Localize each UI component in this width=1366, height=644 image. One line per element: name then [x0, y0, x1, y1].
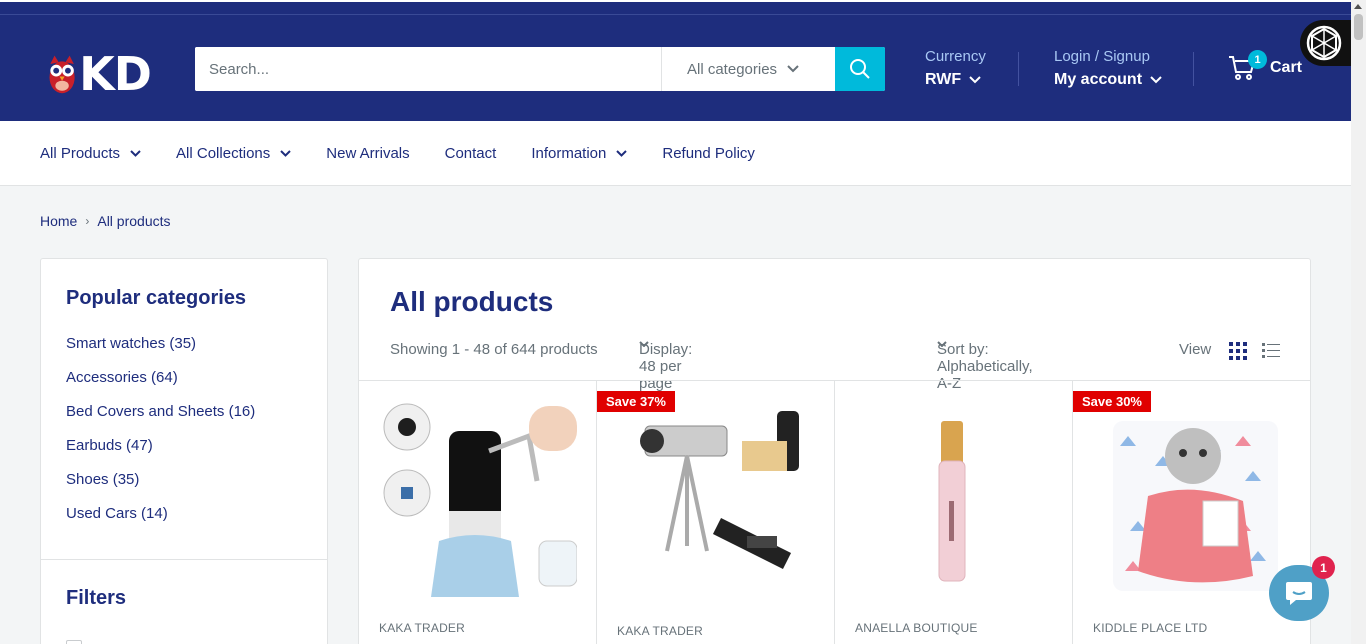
- page-title: All products: [390, 286, 554, 317]
- grid-view-icon: [1229, 342, 1247, 360]
- search-submit-button[interactable]: [835, 47, 885, 91]
- scrollbar-thumb[interactable]: [1354, 14, 1363, 40]
- product-vendor[interactable]: ANAELLA BOUTIQUE: [855, 621, 978, 635]
- my-account-label: My account: [1054, 71, 1143, 88]
- category-link[interactable]: Earbuds (47): [66, 436, 255, 470]
- list-view-button[interactable]: [1262, 341, 1280, 360]
- nav-item-label: All Collections: [176, 144, 271, 162]
- product-vendor[interactable]: KIDDLE PLACE LTD: [1093, 621, 1207, 635]
- currency-selector[interactable]: Currency RWF: [925, 48, 986, 89]
- store-logo[interactable]: KD: [47, 47, 152, 101]
- category-link[interactable]: Used Cars (14): [66, 504, 255, 538]
- nav-item-contact[interactable]: Contact: [445, 145, 497, 162]
- product-vendor[interactable]: KAKA TRADER: [379, 621, 465, 635]
- product-image[interactable]: [855, 401, 1053, 597]
- search-input[interactable]: [195, 47, 661, 91]
- nav-item-label: Refund Policy: [662, 144, 755, 162]
- scroll-up-arrow-icon[interactable]: [1354, 4, 1362, 9]
- sale-badge: Save 37%: [597, 391, 675, 412]
- announcement-bar: [0, 0, 1351, 15]
- chevron-down-icon: [130, 149, 141, 157]
- sidebar: Popular categories Smart watches (35) Ac…: [40, 258, 328, 644]
- header-divider: [1018, 52, 1019, 86]
- sidebar-divider: [41, 559, 327, 560]
- search-category-select[interactable]: All categories: [661, 47, 835, 91]
- chat-notification-badge: 1: [1312, 556, 1335, 579]
- listing-toolbar: Showing 1 - 48 of 644 products Display: …: [359, 341, 1310, 392]
- chevron-down-icon: [787, 65, 799, 73]
- search-bar: All categories: [195, 47, 885, 91]
- nav-item-information[interactable]: Information: [531, 144, 628, 162]
- product-listing: All products Showing 1 - 48 of 644 produ…: [358, 258, 1311, 644]
- product-image[interactable]: [1093, 401, 1291, 597]
- popular-categories-heading: Popular categories: [66, 287, 247, 309]
- product-image[interactable]: [379, 401, 577, 597]
- chat-icon: [1286, 582, 1312, 605]
- main-navigation: All Products All Collections New Arrival…: [0, 121, 1351, 186]
- filter-checkbox[interactable]: [66, 640, 82, 644]
- chevron-down-icon: [616, 149, 628, 157]
- sale-badge: Save 30%: [1073, 391, 1151, 412]
- category-link[interactable]: Shoes (35): [66, 470, 255, 504]
- chevron-right-icon: ›: [85, 214, 90, 228]
- filters-heading: Filters: [66, 587, 127, 609]
- view-label: View: [1179, 341, 1212, 358]
- nav-item-label: Information: [531, 144, 607, 162]
- cart-label: Cart: [1270, 59, 1303, 76]
- chevron-down-icon: [280, 149, 291, 157]
- product-card[interactable]: Save 37% KAKA TRADER: [597, 381, 835, 644]
- breadcrumb-current: All products: [97, 213, 171, 229]
- cart-count-badge: 1: [1248, 50, 1267, 69]
- breadcrumb: Home › All products: [40, 213, 171, 229]
- account-menu[interactable]: Login / Signup My account: [1054, 48, 1162, 89]
- chevron-down-icon: [1150, 76, 1162, 84]
- product-image[interactable]: [617, 401, 815, 597]
- nav-item-label: All Products: [40, 144, 121, 162]
- search-icon: [850, 59, 870, 79]
- page-scrollbar[interactable]: [1351, 0, 1366, 644]
- cart-button[interactable]: 1 Cart: [1228, 50, 1303, 81]
- owl-logo-icon: [49, 55, 75, 94]
- logo-text: KD: [79, 47, 152, 101]
- chevron-down-icon: [969, 76, 981, 84]
- login-signup-link[interactable]: Login / Signup: [1054, 48, 1162, 65]
- category-link[interactable]: Bed Covers and Sheets (16): [66, 402, 255, 436]
- nav-item-label: Contact: [444, 144, 497, 162]
- nav-item-all-products[interactable]: All Products: [40, 145, 141, 162]
- search-category-label: All categories: [687, 60, 778, 78]
- nav-item-label: New Arrivals: [326, 144, 410, 162]
- site-header: KD All categories Currency RWF Login / S…: [0, 15, 1351, 121]
- display-per-page-select[interactable]: Display: 48 per page: [639, 341, 692, 392]
- product-vendor[interactable]: KAKA TRADER: [617, 624, 703, 638]
- results-count: Showing 1 - 48 of 644 products: [390, 341, 598, 358]
- category-link[interactable]: Accessories (64): [66, 368, 255, 402]
- category-list: Smart watches (35) Accessories (64) Bed …: [66, 334, 255, 538]
- category-link[interactable]: Smart watches (35): [66, 334, 255, 368]
- nav-item-refund-policy[interactable]: Refund Policy: [662, 145, 755, 162]
- product-grid: KAKA TRADER Save 37% KAKA TRADER ANAELLA…: [359, 380, 1310, 644]
- currency-value: RWF: [925, 71, 962, 88]
- nav-item-new-arrivals[interactable]: New Arrivals: [326, 145, 409, 162]
- currency-label: Currency: [925, 48, 986, 65]
- product-card[interactable]: KAKA TRADER: [359, 381, 597, 644]
- accessibility-icon: [1306, 25, 1342, 61]
- breadcrumb-home-link[interactable]: Home: [40, 213, 77, 229]
- grid-view-button[interactable]: [1229, 341, 1247, 360]
- nav-item-all-collections[interactable]: All Collections: [176, 145, 291, 162]
- product-card[interactable]: ANAELLA BOUTIQUE: [835, 381, 1073, 644]
- sort-by-select[interactable]: Sort by: Alphabetically, A-Z: [937, 341, 1033, 392]
- header-divider: [1193, 52, 1194, 86]
- list-view-icon: [1262, 343, 1280, 358]
